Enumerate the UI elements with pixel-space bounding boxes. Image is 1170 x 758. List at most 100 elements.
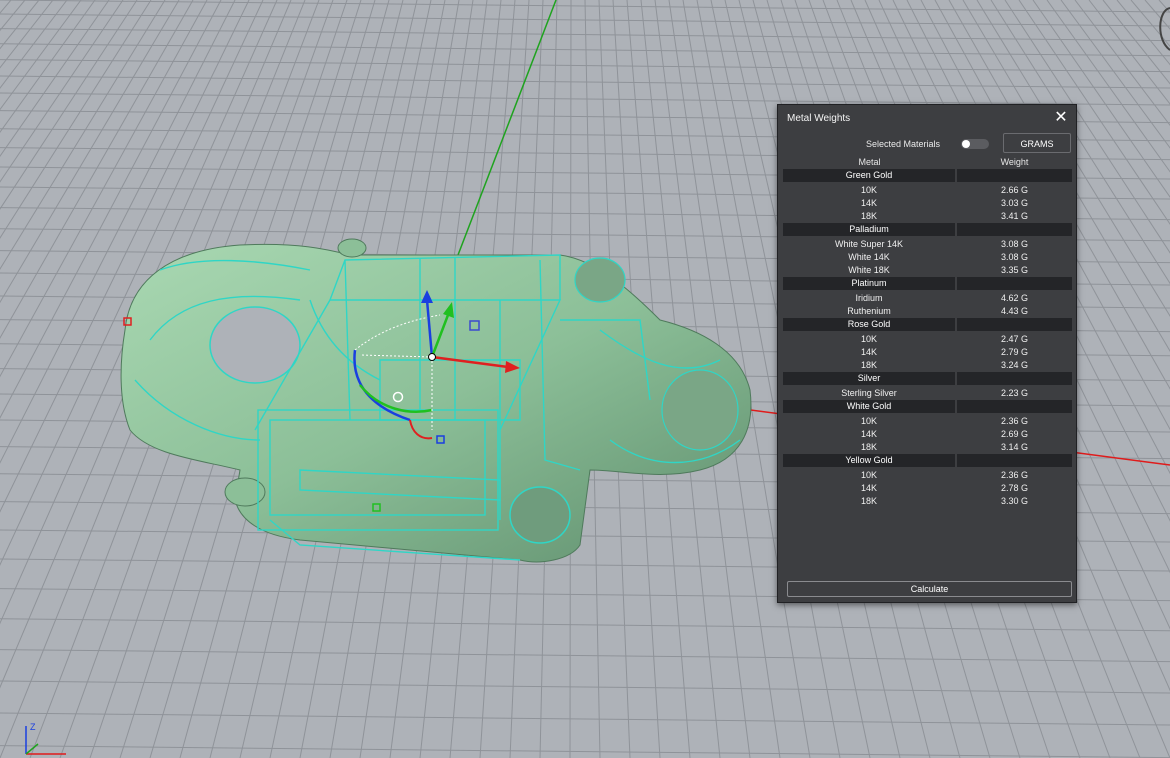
grid-line — [0, 0, 54, 69]
table-row: 14K 2.69 G — [783, 428, 1072, 441]
metal-weights-panel: Metal Weights ✕ Selected Materials GRAMS… — [777, 104, 1077, 603]
metal-name: 14K — [860, 347, 877, 357]
group-items: Sterling Silver 2.23 G — [783, 387, 1072, 400]
group-weight-cell — [957, 454, 1072, 467]
group-weight-cell — [957, 277, 1072, 290]
calculate-button[interactable]: Calculate — [787, 581, 1072, 597]
table-row: 10K 2.36 G — [783, 469, 1072, 482]
metal-weight: 2.36 G — [1000, 416, 1029, 426]
metal-weight: 2.78 G — [1000, 483, 1029, 493]
metal-weight: 2.36 G — [1000, 470, 1029, 480]
group-items: 10K 2.36 G 14K 2.69 G 18K 3.14 G — [783, 415, 1072, 454]
close-icon[interactable]: ✕ — [1053, 109, 1069, 127]
view-cube-icon[interactable] — [1148, 0, 1170, 60]
metal-name: Sterling Silver — [841, 388, 897, 398]
grid-line — [1102, 0, 1170, 85]
grid-line — [0, 59, 1170, 73]
table-row: 10K 2.66 G — [783, 184, 1072, 197]
group-name: Silver — [783, 372, 955, 385]
selected-materials-label: Selected Materials — [865, 139, 941, 149]
grid-line — [0, 0, 68, 89]
table-row: 10K 2.36 G — [783, 415, 1072, 428]
metal-weight: 4.62 G — [1000, 293, 1029, 303]
metal-weight: 3.24 G — [1000, 360, 1029, 370]
table-row: 18K 3.30 G — [783, 495, 1072, 508]
table-row: White 18K 3.35 G — [783, 264, 1072, 277]
metal-weight: 3.08 G — [1000, 252, 1029, 262]
group-name: White Gold — [783, 400, 955, 413]
grid-line — [0, 0, 96, 133]
table-row: White Super 14K 3.08 G — [783, 238, 1072, 251]
group-items: Iridium 4.62 G Ruthenium 4.43 G — [783, 292, 1072, 318]
grid-line — [0, 618, 1170, 632]
metal-weight: 2.69 G — [1000, 429, 1029, 439]
grid-line — [0, 43, 1170, 57]
ring-model[interactable] — [120, 238, 752, 563]
metal-name: 10K — [860, 470, 877, 480]
selected-materials-toggle[interactable] — [961, 139, 989, 149]
table-row: 14K 3.03 G — [783, 197, 1072, 210]
metal-name: 18K — [860, 442, 877, 452]
group-header: White Gold — [783, 400, 1072, 413]
grid-line — [0, 745, 1170, 758]
metal-weight: 2.66 G — [1000, 185, 1029, 195]
metal-name: 14K — [860, 483, 877, 493]
group-items: 10K 2.47 G 14K 2.79 G 18K 3.24 G — [783, 333, 1072, 372]
panel-titlebar[interactable]: Metal Weights ✕ — [778, 105, 1076, 132]
metal-name: Ruthenium — [847, 306, 891, 316]
table-row: Ruthenium 4.43 G — [783, 305, 1072, 318]
grid-line — [0, 680, 1170, 694]
metal-name: 18K — [860, 211, 877, 221]
panel-title: Metal Weights — [787, 113, 851, 124]
group-items: White Super 14K 3.08 G White 14K 3.08 G Whit… — [783, 238, 1072, 277]
table-row: 18K 3.41 G — [783, 210, 1072, 223]
grid-line — [0, 0, 82, 111]
toggle-knob — [962, 140, 970, 148]
metal-weights-table: Green Gold 10K 2.66 G 14K 3.03 G 18K 3.41 G Pal… — [783, 169, 1072, 508]
3d-viewport[interactable]: Z Metal Weights ✕ Selected Materials GRA… — [0, 0, 1170, 758]
group-name: Platinum — [783, 277, 955, 290]
grid-line — [1144, 0, 1170, 30]
group-weight-cell — [957, 400, 1072, 413]
metal-name: 18K — [860, 496, 877, 506]
table-row: Iridium 4.62 G — [783, 292, 1072, 305]
group-items: 10K 2.66 G 14K 3.03 G 18K 3.41 G — [783, 184, 1072, 223]
metal-weight: 2.47 G — [1000, 334, 1029, 344]
grid-line — [0, 0, 12, 14]
grid-line — [1060, 0, 1170, 149]
metal-weight: 3.35 G — [1000, 265, 1029, 275]
metal-name: White Super 14K — [834, 239, 904, 249]
grid-line — [0, 0, 26, 32]
grid-line — [0, 28, 1170, 42]
group-name: Rose Gold — [783, 318, 955, 331]
column-headers: Metal Weight — [783, 157, 1072, 169]
metal-weight: 3.03 G — [1000, 198, 1029, 208]
table-row: 10K 2.47 G — [783, 333, 1072, 346]
units-button[interactable]: GRAMS — [1003, 133, 1071, 153]
grid-line — [0, 0, 110, 158]
group-weight-cell — [957, 169, 1072, 182]
metal-weight: 3.30 G — [1000, 496, 1029, 506]
group-weight-cell — [957, 318, 1072, 331]
table-row: 14K 2.78 G — [783, 482, 1072, 495]
grid-line — [1088, 0, 1170, 105]
group-header: Silver — [783, 372, 1072, 385]
axis-orientation-widget: Z — [25, 722, 66, 755]
metal-name: 14K — [860, 198, 877, 208]
metal-weight: 2.79 G — [1000, 347, 1029, 357]
metal-name: 10K — [860, 185, 877, 195]
metal-name: 14K — [860, 429, 877, 439]
group-weight-cell — [957, 223, 1072, 236]
table-row: 18K 3.24 G — [783, 359, 1072, 372]
grid-line — [1116, 0, 1170, 66]
metal-weight: 3.14 G — [1000, 442, 1029, 452]
group-name: Yellow Gold — [783, 454, 955, 467]
group-header: Rose Gold — [783, 318, 1072, 331]
table-row: 18K 3.14 G — [783, 441, 1072, 454]
group-header: Platinum — [783, 277, 1072, 290]
y-axis-line — [457, 0, 557, 256]
metal-column-header: Metal — [858, 157, 881, 167]
group-header: Palladium — [783, 223, 1072, 236]
group-items: 10K 2.36 G 14K 2.78 G 18K 3.30 G — [783, 469, 1072, 508]
group-weight-cell — [957, 372, 1072, 385]
